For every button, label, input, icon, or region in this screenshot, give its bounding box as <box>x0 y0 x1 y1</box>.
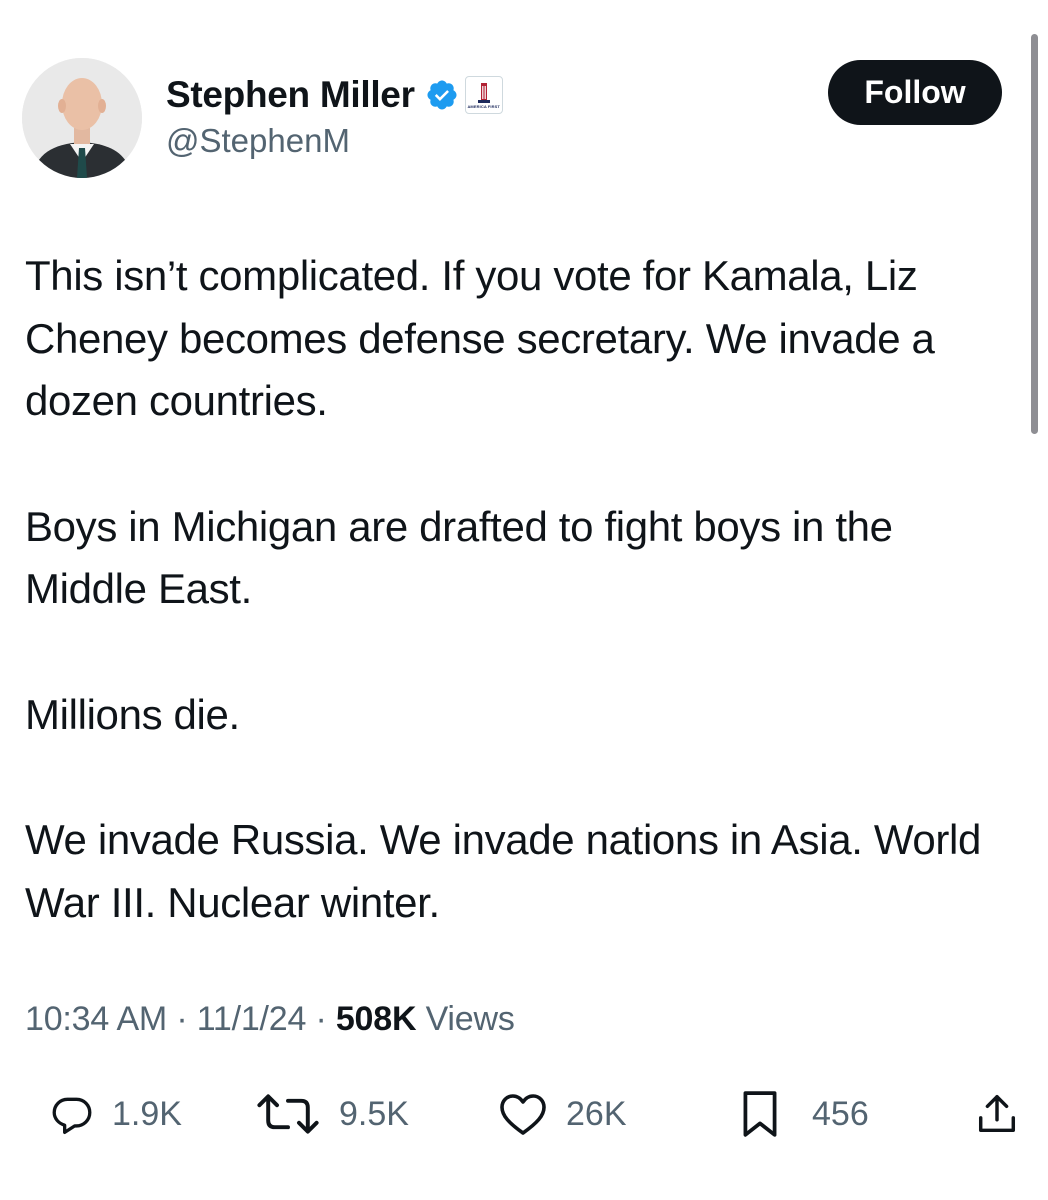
tweet-date[interactable]: 11/1/24 <box>197 1000 307 1038</box>
scrollbar[interactable] <box>1031 34 1038 434</box>
share-button[interactable] <box>974 1088 1020 1140</box>
author-handle[interactable]: @StephenM <box>166 122 350 160</box>
tweet-time[interactable]: 10:34 AM <box>25 1000 167 1038</box>
like-count: 26K <box>566 1094 627 1133</box>
tweet-paragraph: This isn’t complicated. If you vote for … <box>25 252 935 424</box>
america-first-logo-icon <box>477 82 490 103</box>
views-count: 508K <box>335 1000 417 1038</box>
author-display-name[interactable]: Stephen Miller <box>166 74 415 116</box>
tweet-text: This isn’t complicated. If you vote for … <box>25 245 1025 934</box>
bookmark-button[interactable]: 456 <box>738 1088 869 1140</box>
repost-icon <box>257 1094 319 1134</box>
bookmark-count: 456 <box>812 1094 869 1133</box>
tweet-paragraph: Millions die. <box>25 690 240 738</box>
action-bar: 1.9K 9.5K 26K 456 <box>0 1088 1048 1140</box>
meta-separator: · <box>176 1000 188 1038</box>
views-label: Views <box>425 1000 515 1038</box>
like-button[interactable]: 26K <box>498 1088 627 1140</box>
author-name-row: Stephen Miller AMERICA FIRST <box>166 70 503 120</box>
repost-button[interactable]: 9.5K <box>255 1088 409 1140</box>
tweet-paragraph: We invade Russia. We invade nations in A… <box>25 816 982 926</box>
reply-button[interactable]: 1.9K <box>50 1088 182 1140</box>
avatar-image <box>22 58 142 178</box>
affiliate-badge[interactable]: AMERICA FIRST <box>464 76 503 114</box>
tweet-paragraph: Boys in Michigan are drafted to fight bo… <box>25 502 893 613</box>
repost-count: 9.5K <box>339 1094 409 1133</box>
reply-icon <box>52 1097 92 1134</box>
verified-badge-icon[interactable] <box>425 78 459 112</box>
tweet-meta: 10:34 AM · 11/1/24 · 508K Views <box>25 1000 515 1039</box>
follow-button[interactable]: Follow <box>828 60 1002 125</box>
bookmark-icon <box>743 1091 777 1137</box>
affiliate-badge-text: AMERICA FIRST <box>467 103 500 109</box>
heart-icon <box>500 1094 546 1135</box>
reply-count: 1.9K <box>112 1094 182 1133</box>
avatar[interactable] <box>22 58 142 178</box>
share-icon <box>978 1095 1016 1133</box>
meta-separator: · <box>315 1000 327 1038</box>
